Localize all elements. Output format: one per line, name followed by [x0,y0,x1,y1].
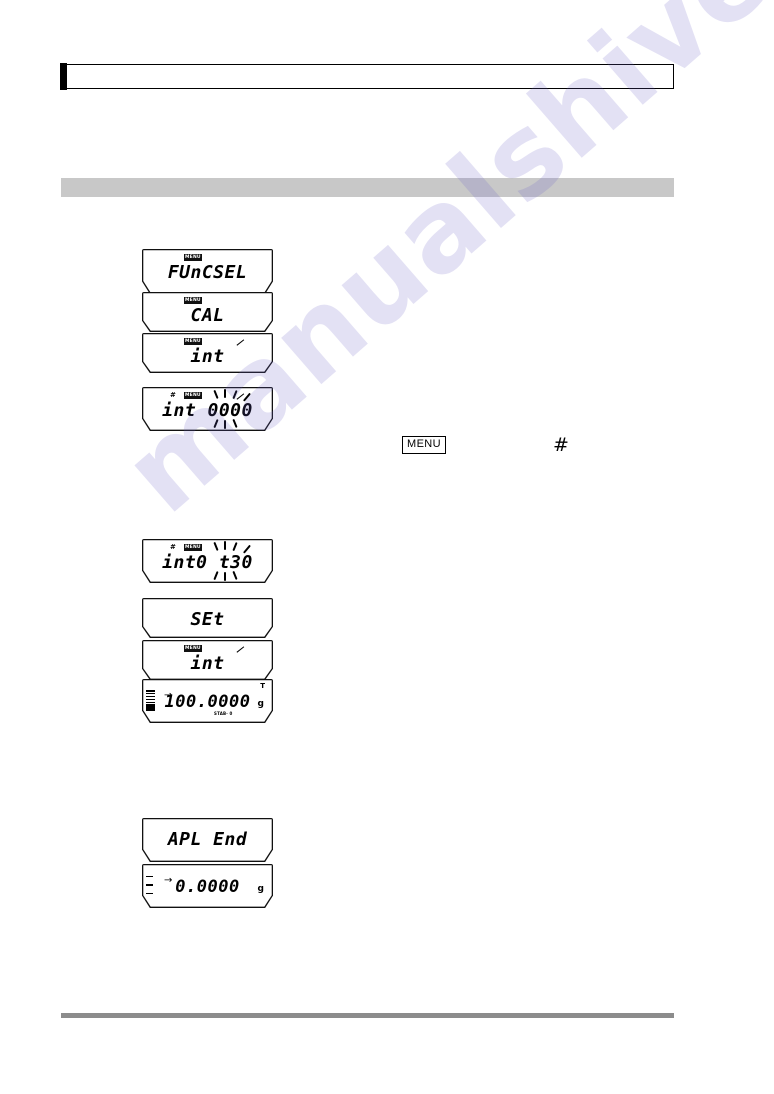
lcd-main-readout: 100.0000 [164,692,251,712]
header-tab-marker [60,63,67,90]
section-heading-bar [61,178,674,197]
annunciator-menu: MENU [185,298,201,303]
lcd-unit-label: g [257,699,264,709]
lcd-main-readout: int [190,653,225,674]
annunciator-menu: MENU [185,393,201,398]
annunciator-menu: MENU [185,339,201,344]
lcd-main-readout: int0 t30 [162,552,253,573]
lcd-display-int: MENU int [142,333,273,373]
annunciator-stable: STAB· 0 [214,711,233,716]
lcd-display-set: SEt [142,598,273,638]
lcd-display-int0-t30: MENU # int0 t30 [142,539,273,583]
annunciator-hash-icon: # [170,543,176,551]
lcd-display-weight-100g: T → 100.0000 g STAB· 0 [142,679,273,723]
annunciator-tare: T [260,682,265,690]
lcd-main-readout: APL End [167,829,248,850]
lcd-main-readout: 0.0000 [175,877,240,897]
lcd-main-readout: SEt [190,609,225,630]
footer-rule [61,1013,674,1018]
menu-key-legend[interactable]: MENU [402,436,446,454]
lcd-display-weight-zero: → 0.0000 g [142,864,273,908]
lcd-display-cal: MENU CAL [142,292,273,332]
lcd-display-int-second: MENU int [142,640,273,680]
annunciator-hash-icon: # [170,391,176,399]
annunciator-menu: MENU [185,255,201,260]
annunciator-menu: MENU [185,646,201,651]
lcd-unit-label: g [257,884,264,894]
page-watermark: manualshive.com [0,0,774,1094]
annunciator-menu: MENU [185,545,201,550]
lcd-main-readout: FUnCSEL [167,262,248,283]
header-title-box [60,63,674,90]
lcd-main-readout: int [190,346,225,367]
lcd-display-apl-end: APL End [142,818,273,862]
lcd-display-func-sel: MENU FUnCSEL [142,249,273,294]
grid-hash-icon: # [553,434,569,456]
lcd-main-readout: int 0000 [162,400,253,421]
lcd-main-readout: CAL [190,305,225,326]
lcd-display-int-0000: MENU # int 0000 [142,387,273,431]
